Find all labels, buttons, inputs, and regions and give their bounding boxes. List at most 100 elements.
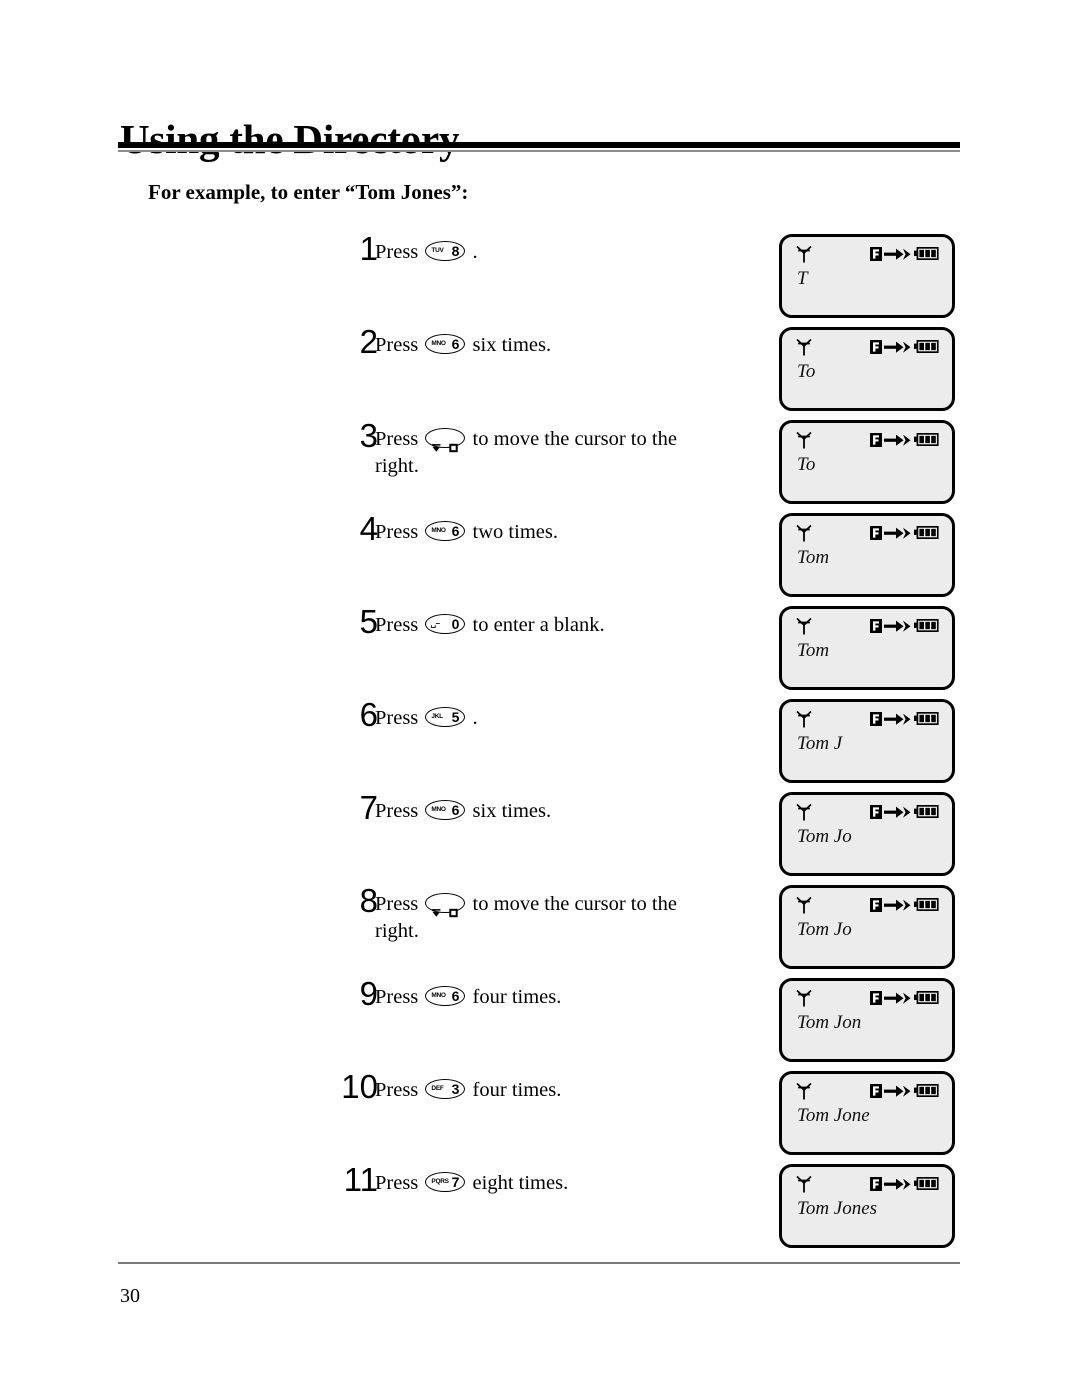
header-divider [118,142,960,152]
display-status-bar [782,1175,952,1193]
step-instruction: Press to move the cursor to the right. [375,425,705,480]
key-digit: 0 [451,616,460,633]
battery-icon [914,898,940,911]
step-verb: Press [375,241,424,264]
display-status-bar [782,710,952,728]
step-number: 11 [343,1161,378,1198]
display-status-bar [782,245,952,263]
antenna-icon [796,338,812,356]
display-text: Tom Jones [797,1198,878,1219]
step-instruction: Press MNO 6 six times. [375,331,705,358]
step-instruction: Press MNO 6 two times. [375,518,705,545]
key-6-mno[interactable]: MNO 6 [425,800,466,821]
key-8-tuv[interactable]: TUV 8 [425,241,466,262]
antenna-icon [796,989,812,1007]
key-cursor-right[interactable] [425,893,466,918]
step-number: 6 [359,696,378,733]
step-verb: Press [375,707,424,730]
antenna-icon [796,1082,812,1100]
display-status-bar [782,617,952,635]
step-number: 8 [359,882,378,919]
display-text: Tom Jo [797,826,852,847]
key-6-mno[interactable]: MNO 6 [425,334,466,355]
step-verb: Press [375,986,424,1009]
phone-display: Tom Jone [779,1071,955,1155]
key-letters: MNO [431,992,446,1000]
display-text: Tom J [797,733,843,754]
key-0-space[interactable]: ␣– 0 [425,614,466,635]
antenna-icon [796,896,812,914]
cursor-down-icon [432,434,441,453]
battery-icon [914,1084,940,1097]
function-arrow-icon [870,897,914,913]
step-number: 10 [341,1068,378,1105]
key-digit: 3 [451,1081,460,1098]
key-7-pqrs[interactable]: PQRS 7 [425,1172,466,1193]
step-instruction: Press MNO 6 four times. [375,983,705,1010]
display-text: To [797,454,816,475]
key-5-jkl[interactable]: JKL 5 [425,707,466,728]
antenna-icon [796,803,812,821]
display-text: Tom Jone [797,1105,870,1126]
function-arrow-icon [870,804,914,820]
battery-icon [914,1177,940,1190]
step-description: two times. [467,521,558,544]
key-digit: 5 [451,709,460,726]
step-description: to enter a blank. [467,614,605,637]
step-number: 2 [359,323,378,360]
key-6-mno[interactable]: MNO 6 [425,521,466,542]
key-3-def[interactable]: DEF 3 [425,1079,466,1100]
battery-icon [914,619,940,632]
key-letters: JKL [431,713,443,721]
step-description: eight times. [467,1172,569,1195]
phone-display: Tom Jon [779,978,955,1062]
display-status-bar [782,338,952,356]
key-digit: 6 [451,802,460,819]
footer-divider [118,1262,960,1264]
battery-icon [914,991,940,1004]
display-status-bar [782,989,952,1007]
antenna-icon [796,1175,812,1193]
cursor-down-icon [432,899,441,918]
step-description: four times. [467,986,562,1009]
function-arrow-icon [870,990,914,1006]
phone-display: To [779,327,955,411]
phone-display: Tom Jo [779,792,955,876]
step-verb: Press [375,334,424,357]
phone-display: Tom Jones [779,1164,955,1248]
phone-display: Tom J [779,699,955,783]
key-digit: 6 [451,988,460,1005]
step-verb: Press [375,1079,424,1102]
key-letters: MNO [431,527,446,535]
step-number: 5 [359,603,378,640]
step-instruction: Press to move the cursor to the right. [375,890,705,945]
step-instruction: Press ␣– 0 to enter a blank. [375,611,705,638]
display-text: Tom [797,640,830,661]
page-number: 30 [120,1285,140,1307]
key-6-mno[interactable]: MNO 6 [425,986,466,1007]
antenna-icon [796,245,812,263]
step-description: . [467,707,478,730]
function-arrow-icon [870,432,914,448]
display-status-bar [782,803,952,821]
function-arrow-icon [870,618,914,634]
step-description: six times. [467,334,552,357]
display-text: To [797,361,816,382]
function-arrow-icon [870,1176,914,1192]
display-status-bar [782,1082,952,1100]
key-digit: 6 [451,523,460,540]
step-verb: Press [375,893,424,916]
battery-icon [914,712,940,725]
document-page: Using the Directory For example, to ente… [0,0,1080,1397]
antenna-icon [796,617,812,635]
step-verb: Press [375,1172,424,1195]
key-cursor-right[interactable] [425,428,466,453]
display-text: Tom Jo [797,919,852,940]
step-verb: Press [375,428,424,451]
phone-display: To [779,420,955,504]
display-status-bar [782,896,952,914]
battery-icon [914,340,940,353]
step-instruction: Press TUV 8 . [375,238,705,265]
cursor-box-icon [449,434,459,453]
step-instruction: Press DEF 3 four times. [375,1076,705,1103]
